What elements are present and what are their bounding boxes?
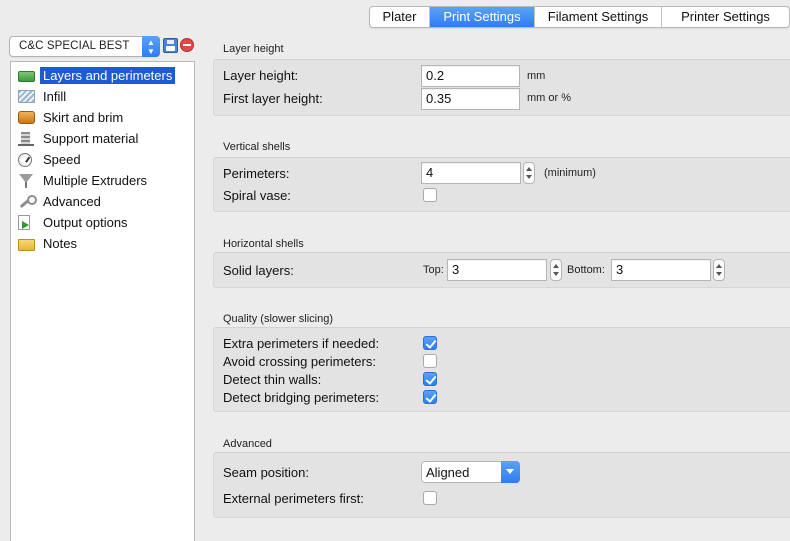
tab-print-settings[interactable]: Print Settings (430, 7, 535, 27)
support-icon (18, 131, 35, 146)
sidebar-item-output-options[interactable]: Output options (18, 213, 131, 232)
solid-layers-bottom-label: Bottom: (567, 264, 605, 276)
sidebar-item-speed[interactable]: Speed (18, 150, 84, 169)
layer-height-label: Layer height: (223, 68, 299, 83)
spiral-vase-label: Spiral vase: (223, 188, 291, 203)
solid-layers-bottom-stepper[interactable] (713, 259, 725, 281)
spiral-vase-checkbox[interactable] (423, 188, 437, 202)
external-first-label: External perimeters first: (223, 491, 364, 506)
sidebar-item-label: Multiple Extruders (43, 173, 148, 188)
chevron-down-icon (501, 461, 520, 483)
sidebar-item-label: Output options (43, 215, 128, 230)
skirt-icon (18, 111, 35, 124)
first-layer-height-unit: mm or % (527, 92, 571, 104)
perimeters-unit: (minimum) (544, 167, 596, 179)
seam-position-select[interactable]: Aligned (421, 461, 520, 483)
sidebar-item-notes[interactable]: Notes (18, 234, 80, 253)
preset-value: C&C SPECIAL BEST (19, 40, 130, 52)
sidebar-item-label: Infill (43, 89, 67, 104)
solid-layers-top-stepper[interactable] (550, 259, 562, 281)
preset-select[interactable]: C&C SPECIAL BEST ▲ ▼ (9, 36, 160, 57)
solid-layers-label: Solid layers: (223, 263, 294, 278)
speed-icon (18, 152, 32, 167)
wrench-icon (18, 194, 37, 209)
section-title-layer-height: Layer height (223, 43, 284, 55)
external-first-checkbox[interactable] (423, 491, 437, 505)
sidebar-item-multiple-extruders[interactable]: Multiple Extruders (18, 171, 150, 190)
sidebar-item-label: Support material (43, 131, 139, 146)
thin-walls-checkbox[interactable] (423, 372, 437, 386)
infill-icon (18, 90, 35, 103)
perimeters-input[interactable]: 4 (421, 162, 521, 184)
solid-layers-top-input[interactable]: 3 (447, 259, 547, 281)
seam-position-value: Aligned (426, 465, 470, 480)
sidebar-item-skirt-and-brim[interactable]: Skirt and brim (18, 108, 126, 127)
sidebar-item-support-material[interactable]: Support material (18, 129, 141, 148)
sidebar-item-advanced[interactable]: Advanced (18, 192, 104, 211)
perimeters-stepper[interactable] (523, 162, 535, 184)
perimeters-label: Perimeters: (223, 166, 290, 181)
funnel-icon (18, 173, 35, 188)
sidebar-item-label: Notes (43, 236, 77, 251)
up-down-chevron-icon: ▲ ▼ (142, 36, 160, 57)
solid-layers-bottom-input[interactable]: 3 (611, 259, 711, 281)
sidebar-item-label: Layers and perimeters (40, 67, 176, 84)
sidebar-item-label: Advanced (43, 194, 101, 209)
avoid-crossing-checkbox[interactable] (423, 354, 437, 368)
extra-perimeters-label: Extra perimeters if needed: (223, 336, 380, 351)
notes-icon (18, 238, 35, 251)
avoid-crossing-label: Avoid crossing perimeters: (223, 354, 376, 369)
layer-height-unit: mm (527, 70, 546, 82)
section-title-vertical-shells: Vertical shells (223, 141, 291, 153)
sidebar-item-layers-and-perimeters[interactable]: Layers and perimeters (18, 66, 176, 85)
delete-icon[interactable] (180, 38, 194, 52)
bridging-checkbox[interactable] (423, 390, 437, 404)
thin-walls-label: Detect thin walls: (223, 372, 322, 387)
sidebar-item-infill[interactable]: Infill (18, 87, 69, 106)
layers-icon (18, 71, 35, 82)
seam-position-label: Seam position: (223, 465, 309, 480)
save-icon[interactable] (163, 38, 178, 53)
settings-tabs: Plater Print Settings Filament Settings … (369, 6, 790, 28)
bridging-label: Detect bridging perimeters: (223, 390, 380, 405)
solid-layers-top-label: Top: (423, 264, 444, 276)
extra-perimeters-checkbox[interactable] (423, 336, 437, 350)
section-title-horizontal-shells: Horizontal shells (223, 238, 304, 250)
layer-height-input[interactable]: 0.2 (421, 65, 520, 87)
sidebar-item-label: Speed (43, 152, 81, 167)
tab-filament-settings[interactable]: Filament Settings (535, 7, 662, 27)
section-title-quality: Quality (slower slicing) (223, 313, 334, 325)
output-icon (18, 215, 30, 230)
sidebar-item-label: Skirt and brim (43, 110, 124, 125)
section-title-advanced: Advanced (223, 438, 272, 450)
first-layer-height-input[interactable]: 0.35 (421, 88, 520, 110)
first-layer-height-label: First layer height: (223, 91, 323, 106)
tab-printer-settings[interactable]: Printer Settings (662, 7, 789, 27)
tab-plater[interactable]: Plater (370, 7, 430, 27)
